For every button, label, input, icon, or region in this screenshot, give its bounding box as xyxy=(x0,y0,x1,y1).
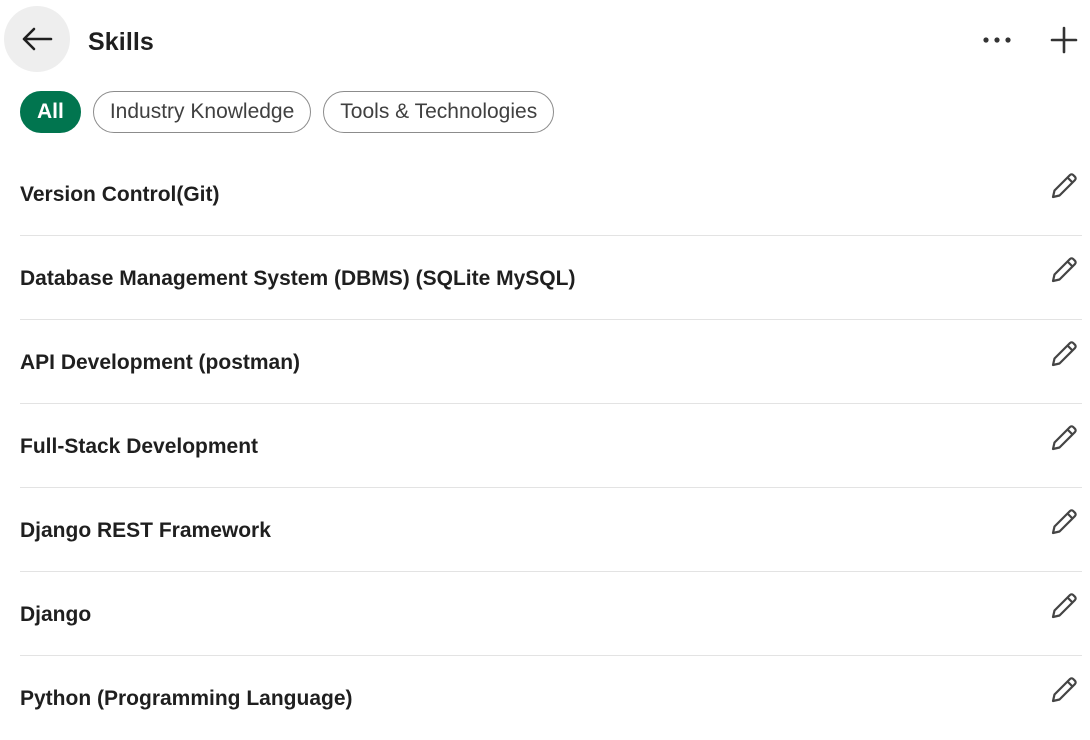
skill-name: Django xyxy=(20,603,92,626)
skill-name: Full-Stack Development xyxy=(20,435,259,458)
skill-list: Version Control(Git) Database Management… xyxy=(20,152,1082,740)
filter-industry-knowledge[interactable]: Industry Knowledge xyxy=(92,91,312,133)
edit-skill-button[interactable] xyxy=(1046,168,1082,204)
pencil-icon xyxy=(1051,593,1077,619)
page-header: Skills xyxy=(0,0,1090,84)
more-horizontal-icon xyxy=(983,37,1011,43)
skill-row: Django xyxy=(20,572,1082,656)
pencil-icon xyxy=(1051,257,1077,283)
more-options-button[interactable] xyxy=(975,22,1019,58)
back-button[interactable] xyxy=(4,6,70,72)
pencil-icon xyxy=(1051,341,1077,367)
edit-skill-button[interactable] xyxy=(1046,336,1082,372)
skill-name: API Development (postman) xyxy=(20,351,301,374)
skill-row: Python (Programming Language) xyxy=(20,656,1082,740)
filter-pills: All Industry Knowledge Tools & Technolog… xyxy=(20,91,555,135)
edit-skill-button[interactable] xyxy=(1046,672,1082,708)
page-title: Skills xyxy=(88,28,154,56)
skill-name: Database Management System (DBMS) (SQLit… xyxy=(20,267,576,290)
skill-name: Version Control(Git) xyxy=(20,183,220,206)
add-skill-button[interactable] xyxy=(1042,18,1086,62)
pencil-icon xyxy=(1051,173,1077,199)
arrow-left-icon xyxy=(22,27,53,51)
pencil-icon xyxy=(1051,509,1077,535)
skill-row: API Development (postman) xyxy=(20,320,1082,404)
skill-row: Django REST Framework xyxy=(20,488,1082,572)
edit-skill-button[interactable] xyxy=(1046,252,1082,288)
plus-icon xyxy=(1050,26,1078,54)
skill-row: Version Control(Git) xyxy=(20,152,1082,236)
filter-all[interactable]: All xyxy=(20,91,81,133)
pencil-icon xyxy=(1051,425,1077,451)
skill-row: Database Management System (DBMS) (SQLit… xyxy=(20,236,1082,320)
skill-row: Full-Stack Development xyxy=(20,404,1082,488)
pencil-icon xyxy=(1051,677,1077,703)
edit-skill-button[interactable] xyxy=(1046,504,1082,540)
skill-name: Django REST Framework xyxy=(20,519,271,542)
edit-skill-button[interactable] xyxy=(1046,420,1082,456)
edit-skill-button[interactable] xyxy=(1046,588,1082,624)
skill-name: Python (Programming Language) xyxy=(20,687,353,710)
filter-tools-technologies[interactable]: Tools & Technologies xyxy=(323,91,555,133)
